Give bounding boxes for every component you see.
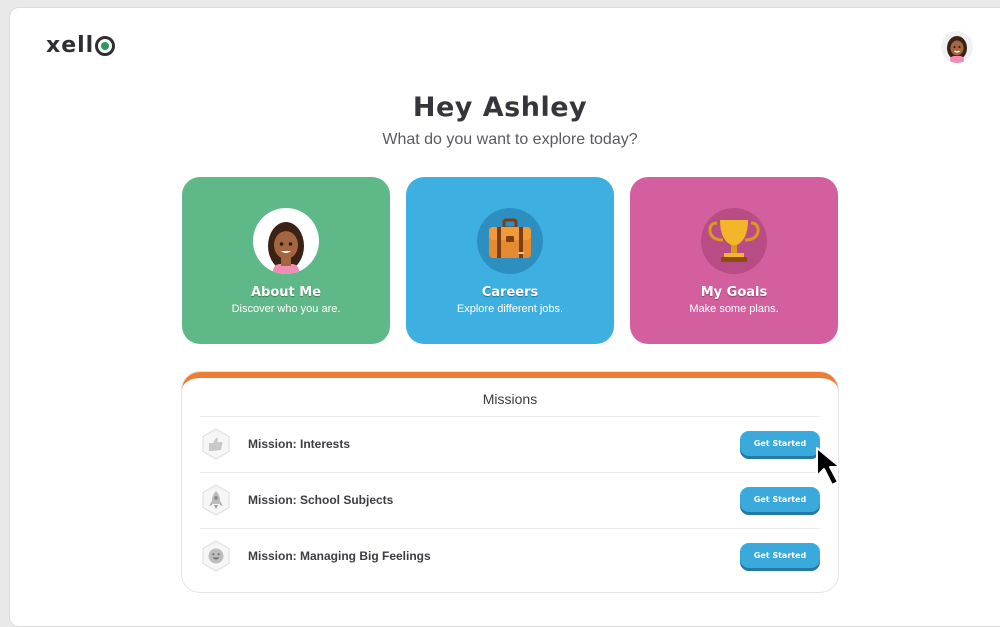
trophy-icon	[708, 220, 760, 262]
mission-label: Mission: School Subjects	[248, 493, 394, 507]
rocket-icon	[200, 484, 232, 516]
about-me-card[interactable]: About Me Discover who you are.	[182, 177, 390, 344]
page-subtitle: What do you want to explore today?	[382, 131, 638, 148]
mission-label: Mission: Managing Big Feelings	[248, 549, 431, 563]
get-started-button[interactable]: Get Started	[740, 543, 820, 568]
smiley-icon	[200, 540, 232, 572]
missions-heading: Missions	[482, 391, 538, 407]
user-avatar[interactable]	[941, 31, 973, 63]
my-goals-card[interactable]: My Goals Make some plans.	[630, 177, 838, 344]
get-started-button[interactable]: Get Started	[740, 487, 820, 512]
thumbs-up-icon	[200, 428, 232, 460]
missions-panel: Missions Mission: Interests Get Started …	[182, 372, 838, 592]
mission-row-managing-big-feelings: Mission: Managing Big Feelings Get Start…	[200, 528, 820, 585]
card-subtitle: Discover who you are.	[231, 303, 341, 315]
briefcase-icon	[489, 218, 531, 258]
goals-icon-circle	[701, 208, 767, 274]
logo-o-icon	[95, 35, 116, 56]
get-started-button[interactable]: Get Started	[740, 431, 820, 456]
card-title: About Me	[250, 285, 322, 300]
logo-text: xell	[46, 33, 95, 58]
mission-row-interests: Mission: Interests Get Started	[200, 416, 820, 473]
mission-label: Mission: Interests	[248, 437, 351, 451]
girl-avatar-icon	[947, 36, 967, 63]
about-me-avatar	[253, 208, 319, 274]
card-subtitle: Make some plans.	[689, 303, 779, 315]
card-title: Careers	[481, 285, 539, 300]
page-title: Hey Ashley	[412, 92, 588, 123]
card-title: My Goals	[700, 285, 768, 300]
card-subtitle: Explore different jobs.	[456, 303, 564, 315]
careers-card[interactable]: Careers Explore different jobs.	[406, 177, 614, 344]
girl-avatar-icon	[268, 222, 304, 274]
mission-row-school-subjects: Mission: School Subjects Get Started	[200, 472, 820, 529]
xello-logo[interactable]: xell	[46, 33, 116, 58]
careers-icon-circle	[477, 208, 543, 274]
mouse-cursor-icon	[816, 447, 841, 486]
